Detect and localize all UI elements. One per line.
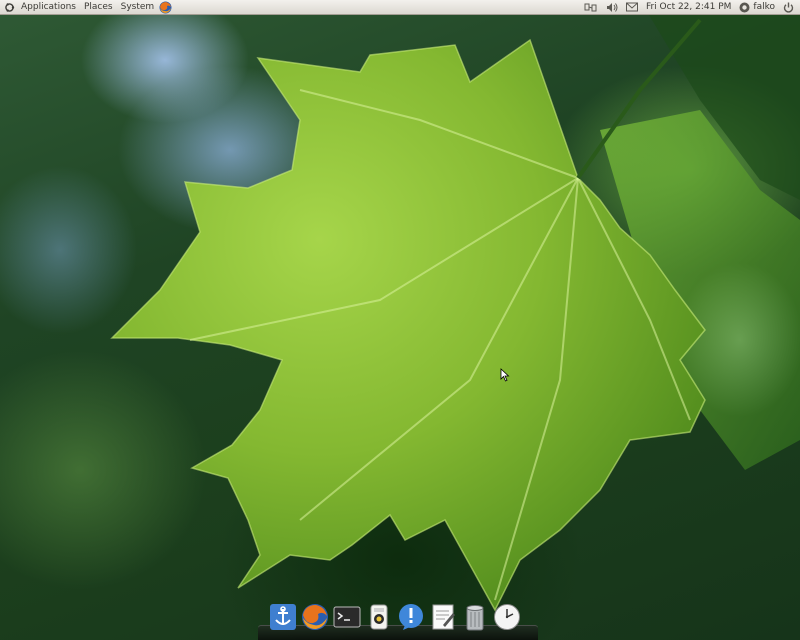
top-panel: Applications Places System Fri Oct 22, 2… (0, 0, 800, 15)
menu-places[interactable]: Places (80, 0, 117, 15)
volume-icon[interactable] (606, 2, 618, 13)
user-status-icon[interactable] (739, 2, 750, 13)
terminal-icon[interactable] (333, 602, 361, 632)
trash-icon[interactable] (461, 602, 489, 632)
network-icon[interactable] (584, 2, 598, 13)
anchor-icon[interactable] (269, 602, 297, 632)
notification-icon[interactable] (397, 602, 425, 632)
user-name[interactable]: falko (753, 0, 775, 15)
menu-system[interactable]: System (117, 0, 159, 15)
firefox-icon[interactable] (301, 602, 329, 632)
media-player-icon[interactable] (365, 602, 393, 632)
dock (258, 598, 538, 640)
ubuntu-logo-icon[interactable] (4, 2, 15, 13)
firefox-icon[interactable] (159, 1, 172, 14)
mail-icon[interactable] (625, 2, 638, 12)
clock[interactable]: Fri Oct 22, 2:41 PM (646, 0, 731, 15)
wallpaper-leaf (110, 0, 800, 612)
menu-applications[interactable]: Applications (17, 0, 80, 15)
text-editor-icon[interactable] (429, 602, 457, 632)
desktop[interactable]: Applications Places System Fri Oct 22, 2… (0, 0, 800, 640)
clock-icon[interactable] (493, 602, 521, 632)
mouse-pointer-icon (500, 368, 510, 382)
power-icon[interactable] (783, 2, 794, 13)
